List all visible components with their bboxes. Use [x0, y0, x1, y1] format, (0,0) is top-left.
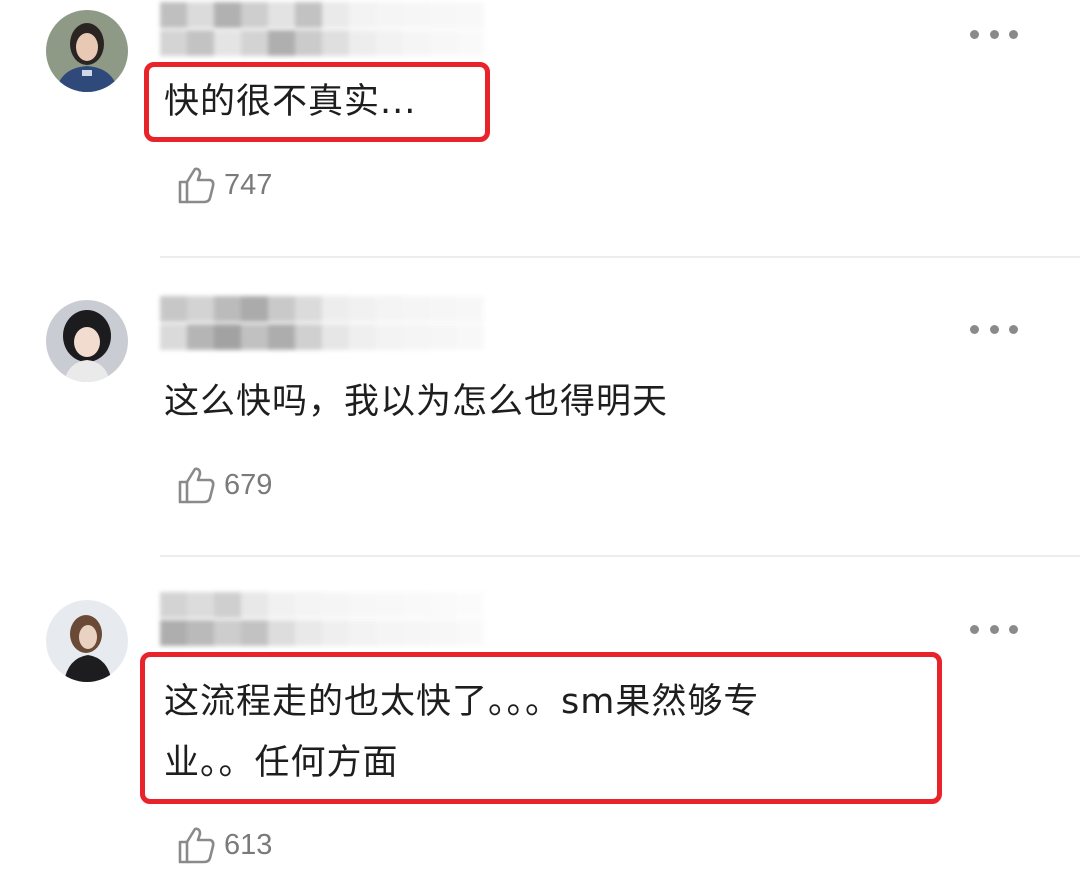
divider	[160, 555, 1080, 557]
like-count: 679	[224, 468, 273, 501]
more-options-icon[interactable]	[970, 619, 1018, 639]
avatar[interactable]	[46, 600, 128, 682]
like-button[interactable]: 613	[176, 823, 272, 867]
like-count: 613	[224, 828, 273, 861]
avatar[interactable]	[46, 10, 128, 92]
username-redacted	[160, 2, 490, 58]
more-options-icon[interactable]	[970, 24, 1018, 44]
comment-text: 这么快吗，我以为怎么也得明天	[164, 382, 669, 422]
more-options-icon[interactable]	[970, 319, 1018, 339]
comment-text-line-2: 业。。任何方面	[164, 743, 399, 783]
avatar[interactable]	[46, 300, 128, 382]
comment-text: 快的很不真实...	[164, 82, 417, 122]
comment-text-line-1: 这流程走的也太快了。。。sm果然够专	[164, 682, 760, 722]
username-redacted	[160, 592, 490, 648]
divider	[160, 256, 1080, 258]
username-redacted	[160, 296, 490, 352]
like-count: 747	[224, 168, 273, 201]
thumbs-up-icon	[178, 167, 215, 204]
thumbs-up-icon	[178, 827, 215, 864]
like-button[interactable]: 679	[176, 463, 272, 507]
thumbs-up-icon	[178, 467, 215, 504]
like-button[interactable]: 747	[176, 163, 272, 207]
